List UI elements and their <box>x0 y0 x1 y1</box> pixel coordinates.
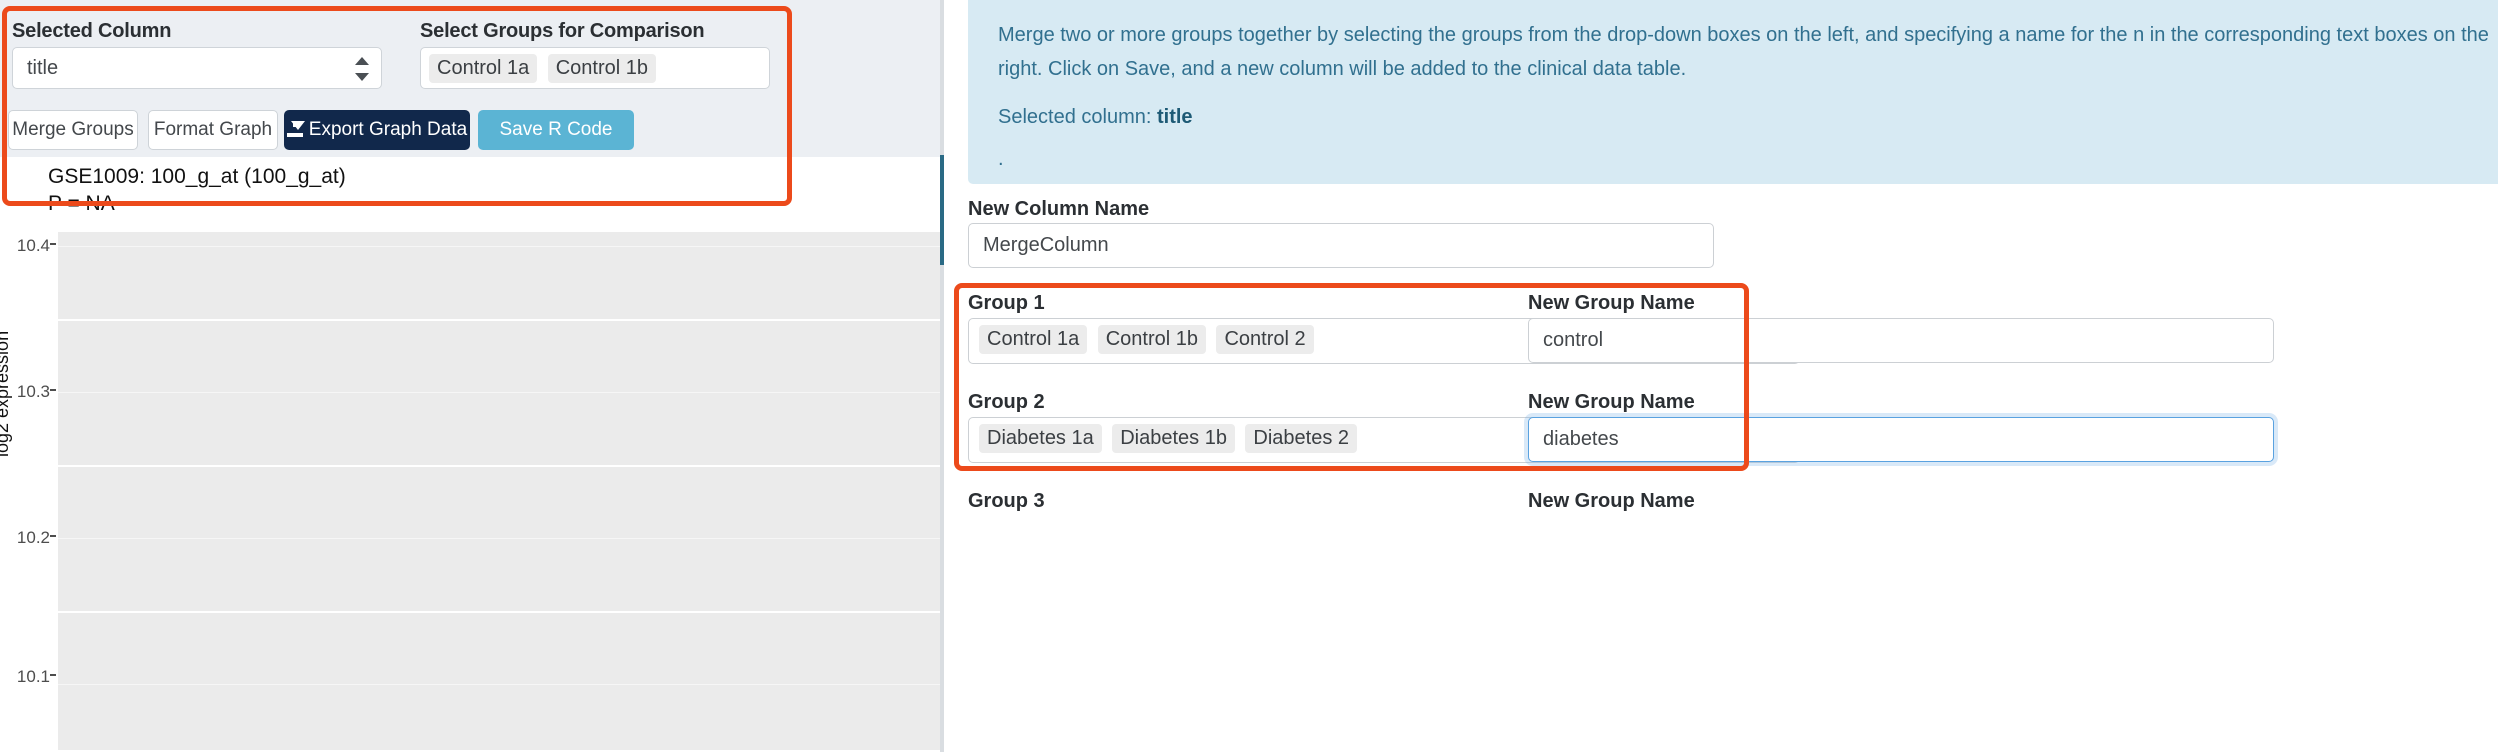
export-graph-data-button[interactable]: Export Graph Data <box>284 110 470 150</box>
group-tag[interactable]: Diabetes 2 <box>1245 424 1358 453</box>
group-2-label: Group 2 <box>968 391 1045 413</box>
y-tick-mark <box>50 674 56 676</box>
y-tick-label: 10.1 <box>16 667 50 686</box>
y-tick-label: 10.2 <box>16 528 50 547</box>
selected-group-tag[interactable]: Control 1b <box>547 54 657 83</box>
group-tag[interactable]: Control 1a <box>979 325 1088 354</box>
new-group-name-1-label: New Group Name <box>1528 292 1695 314</box>
column-select-value: title <box>27 57 59 79</box>
group-tag[interactable]: Diabetes 1b <box>1112 424 1235 453</box>
new-group-name-2-input[interactable]: diabetes <box>1528 417 2274 462</box>
left-panel: Selected Column title Select Groups for … <box>0 0 940 752</box>
chart-title: GSE1009: 100_g_at (100_g_at) P = NA <box>48 165 346 215</box>
group-tag[interactable]: Control 1b <box>1097 325 1207 354</box>
groups-multiselect[interactable]: Control 1a Control 1b <box>420 47 770 89</box>
info-selected-prefix: Selected column: <box>998 106 1157 128</box>
group-tag[interactable]: Diabetes 1a <box>979 424 1102 453</box>
selected-column-label: Selected Column <box>12 20 172 42</box>
info-selected-column: Selected column: title <box>998 100 2498 134</box>
new-group-name-2-label: New Group Name <box>1528 391 1695 413</box>
info-selected-value: title <box>1156 106 1193 128</box>
group-3-label: Group 3 <box>968 490 1045 512</box>
new-group-name-1-input[interactable]: control <box>1528 318 2274 363</box>
y-tick-label: 10.3 <box>16 382 50 401</box>
y-tick-mark <box>50 535 56 537</box>
chevron-updown-icon[interactable] <box>355 55 369 83</box>
group-tag[interactable]: Control 2 <box>1216 325 1314 354</box>
info-bullet: . <box>998 148 1004 170</box>
format-graph-button[interactable]: Format Graph <box>148 110 278 150</box>
new-column-name-input[interactable]: MergeColumn <box>968 223 1714 268</box>
y-tick-mark <box>50 243 56 245</box>
y-tick-label: 10.4 <box>16 236 50 255</box>
info-alert: Merge two or more groups together by sel… <box>968 0 2498 184</box>
new-column-name-label: New Column Name <box>968 198 1150 220</box>
info-paragraph: Merge two or more groups together by sel… <box>998 24 2489 80</box>
app-root: Selected Column title Select Groups for … <box>0 0 2498 752</box>
group-1-label: Group 1 <box>968 292 1045 314</box>
column-select-dropdown[interactable]: title <box>12 47 382 89</box>
select-groups-label: Select Groups for Comparison <box>420 20 705 42</box>
selected-group-tag[interactable]: Control 1a <box>429 54 538 83</box>
merge-groups-panel: Merge two or more groups together by sel… <box>944 0 2498 752</box>
plot-panel <box>58 232 940 752</box>
save-r-code-button[interactable]: Save R Code <box>478 110 634 150</box>
y-tick-mark <box>50 389 56 391</box>
download-icon <box>286 121 305 137</box>
merge-groups-button[interactable]: Merge Groups <box>8 110 138 150</box>
new-group-name-3-label: New Group Name <box>1528 490 1695 512</box>
export-graph-data-label: Export Graph Data <box>308 119 468 140</box>
expression-plot: GSE1009: 100_g_at (100_g_at) P = NA log2… <box>0 157 940 752</box>
